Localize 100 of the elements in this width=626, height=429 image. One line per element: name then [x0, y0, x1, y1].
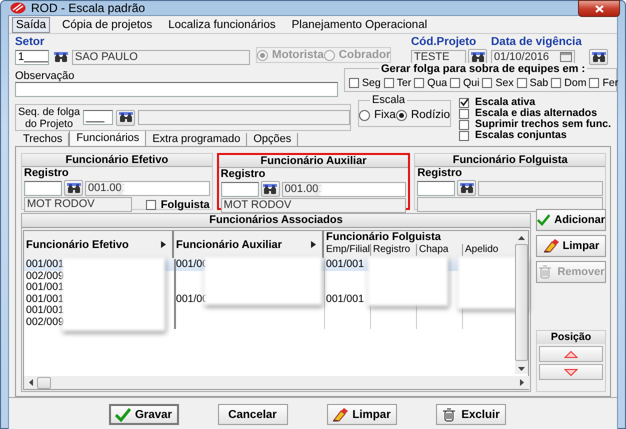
checkbox-label: Fer	[602, 77, 618, 89]
column-header[interactable]: Chapa	[416, 244, 462, 256]
action-button[interactable]: Cancelar	[218, 404, 288, 425]
input-field[interactable]	[417, 197, 604, 212]
action-button[interactable]: Limpar	[326, 404, 396, 425]
input-field[interactable]	[24, 180, 62, 196]
option-label: Motorista	[272, 49, 324, 61]
checkbox-label: Escala ativa	[475, 97, 536, 108]
table-cell-text: 001/001	[25, 294, 65, 305]
action-button[interactable]: Gravar	[108, 404, 178, 425]
menu-item[interactable]: Planejamento Operacional	[288, 16, 432, 32]
checkbox[interactable]	[384, 78, 394, 88]
table-cell-text: 001/001	[25, 259, 65, 270]
binoculars-icon	[118, 112, 132, 123]
tab[interactable]: Funcionários	[69, 130, 146, 146]
table-cell-text: 002/009	[25, 316, 65, 328]
field-label: Cód.Projeto	[411, 36, 478, 49]
checkbox[interactable]	[589, 78, 600, 88]
action-button[interactable]: Excluir	[436, 404, 506, 425]
check-icon	[537, 213, 550, 227]
checkbox[interactable]	[551, 78, 562, 88]
menu-item[interactable]: Cópia de projetos	[58, 16, 156, 32]
panel-header: Funcionário Auxiliar	[218, 155, 408, 168]
scroll-up-icon	[518, 236, 525, 240]
caret-icon	[311, 241, 316, 248]
scroll-thumb[interactable]	[515, 244, 528, 361]
menu-item[interactable]: Localiza funcionários	[164, 16, 280, 32]
grid-title: Funcionários Associados	[22, 214, 530, 228]
menu-item[interactable]: Saída	[12, 16, 50, 32]
column-header[interactable]: Apelido	[462, 244, 510, 256]
input-field[interactable]: 001.001	[282, 182, 406, 196]
checkbox[interactable]	[482, 78, 492, 88]
option-label: Fixa	[374, 109, 396, 121]
table-cell-text: 002/009	[25, 270, 65, 282]
checkbox[interactable]	[459, 130, 470, 140]
search-button[interactable]	[457, 180, 476, 196]
column-header[interactable]: Emp/Filial	[324, 244, 370, 256]
panel-header: Funcionário Folguista	[415, 154, 606, 167]
radio-button[interactable]	[396, 110, 407, 120]
table-cell-text: 001/001	[25, 305, 65, 316]
caret-icon	[161, 241, 166, 248]
checkbox[interactable]	[146, 200, 156, 210]
column-title: Funcionário Efetivo	[26, 238, 129, 250]
search-button[interactable]	[260, 181, 280, 197]
table-cell-text: 001/00	[175, 259, 210, 270]
table-cell-text: 001/001	[325, 294, 365, 305]
checkbox[interactable]	[459, 98, 470, 108]
action-button[interactable]: Limpar	[536, 235, 606, 257]
checkbox-label: Sex	[495, 77, 514, 89]
input-field[interactable]	[15, 82, 338, 97]
field-label: Data de vigência	[491, 36, 583, 49]
eraser-icon	[542, 239, 559, 253]
tab[interactable]: Extra programado	[146, 133, 248, 146]
radio-button[interactable]	[359, 110, 370, 120]
checkbox-label: Sab	[530, 77, 548, 89]
scroll-thumb[interactable]	[37, 376, 51, 388]
input-field[interactable]	[220, 182, 259, 196]
checkbox[interactable]	[459, 108, 470, 118]
checkbox[interactable]	[459, 120, 470, 130]
input-field[interactable]: ___	[83, 110, 113, 125]
binoculars-icon	[54, 52, 68, 62]
input-field[interactable]: TESTE	[411, 50, 466, 64]
binoculars-icon	[263, 184, 278, 194]
checkbox-label: Qui	[463, 77, 480, 89]
window-title: ROD - Escala padrão	[31, 1, 146, 15]
binoculars-icon	[460, 182, 474, 194]
horizontal-scrollbar[interactable]	[24, 376, 529, 389]
field-label: Seq. de folga	[18, 106, 80, 118]
field-label: Registro	[24, 168, 70, 179]
input-field[interactable]: SAO PAULO	[72, 50, 250, 64]
move-down-button[interactable]	[539, 364, 603, 380]
checkbox[interactable]	[516, 78, 527, 88]
date-field[interactable]: 01/10/2016	[491, 50, 575, 64]
search-button[interactable]	[51, 49, 70, 65]
tab[interactable]: Opções	[247, 133, 298, 146]
input-field[interactable]: MOT RODOV	[220, 198, 406, 213]
field-value: MOT RODOV	[27, 198, 95, 211]
checkbox[interactable]	[349, 78, 359, 88]
search-button[interactable]	[589, 49, 608, 65]
column-group-title: Funcionário Folguista	[325, 231, 442, 244]
checkbox[interactable]	[414, 78, 424, 88]
move-up-button[interactable]	[539, 346, 603, 362]
column-header[interactable]: Registro	[370, 244, 416, 256]
search-button[interactable]	[116, 110, 135, 126]
group-title: Posição	[537, 331, 605, 344]
checkbox-label: Escalas conjuntas	[475, 130, 567, 141]
close-icon	[594, 4, 604, 12]
checkbox[interactable]	[450, 78, 460, 88]
field-label: do Projeto	[25, 118, 73, 130]
input-field[interactable]: MOT RODOV	[24, 197, 132, 212]
field-value: 001.001	[284, 182, 324, 196]
input-field[interactable]	[478, 180, 604, 196]
input-field[interactable]	[138, 110, 350, 125]
search-button[interactable]	[64, 180, 83, 196]
binoculars-icon	[592, 52, 606, 62]
input-field[interactable]	[417, 180, 456, 196]
check-icon	[460, 98, 469, 107]
action-button[interactable]: Adicionar	[536, 209, 606, 231]
close-button[interactable]	[578, 0, 620, 17]
triangle-up-icon	[564, 350, 578, 358]
